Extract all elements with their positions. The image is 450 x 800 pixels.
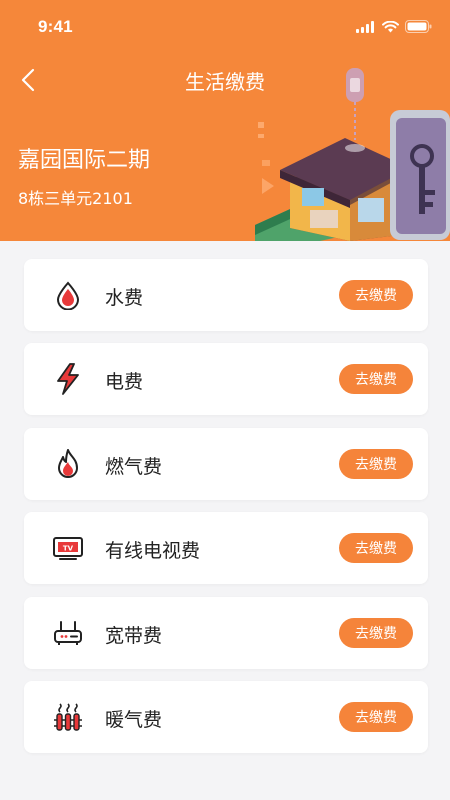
pay-button-cable-tv[interactable]: 去缴费 [339,533,413,563]
pay-button-heating[interactable]: 去缴费 [339,702,413,732]
header-banner: 9:41 生活缴费 嘉园国际二期 8栋三单元2101 [0,0,450,241]
flame-icon [52,448,84,480]
water-drop-icon [52,279,84,311]
status-time: 9:41 [38,17,73,36]
smart-home-illustration [255,68,450,241]
router-icon [52,617,84,649]
lightning-icon [52,363,84,395]
bill-item-heating[interactable]: 暖气费 去缴费 [24,681,428,753]
pay-button-water[interactable]: 去缴费 [339,280,413,310]
signal-icon [356,20,374,33]
svg-text:TV: TV [63,545,74,553]
tv-icon: TV [52,532,84,564]
bill-item-broadband[interactable]: 宽带费 去缴费 [24,597,428,669]
status-icons [356,20,432,33]
bill-label: 暖气费 [105,709,163,731]
status-bar: 9:41 [0,0,450,56]
bill-label: 燃气费 [105,456,163,478]
bill-item-cable-tv[interactable]: TV 有线电视费 去缴费 [24,512,428,584]
pay-button-broadband[interactable]: 去缴费 [339,618,413,648]
bill-label: 宽带费 [105,625,163,647]
bill-label: 有线电视费 [105,540,201,562]
community-name: 嘉园国际二期 [18,148,151,173]
bill-item-electricity[interactable]: 电费 去缴费 [24,343,428,415]
bill-item-water[interactable]: 水费 去缴费 [24,259,428,331]
pay-button-gas[interactable]: 去缴费 [339,449,413,479]
bill-item-gas[interactable]: 燃气费 去缴费 [24,428,428,500]
unit-address: 8栋三单元2101 [18,189,133,208]
pay-button-electricity[interactable]: 去缴费 [339,364,413,394]
battery-icon [405,20,432,33]
bill-label: 电费 [105,371,144,393]
wifi-icon [382,20,399,32]
bill-label: 水费 [105,287,144,309]
radiator-icon [52,701,84,733]
